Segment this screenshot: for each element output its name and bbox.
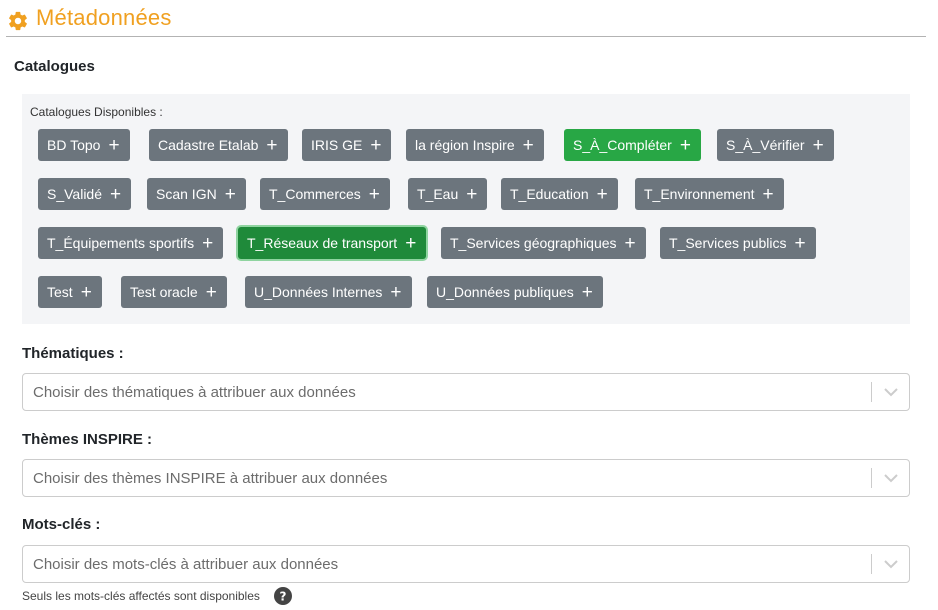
- catalogue-tag[interactable]: U_Données Internes +: [245, 276, 412, 308]
- chevron-down-icon[interactable]: [883, 557, 899, 571]
- themes-inspire-placeholder: Choisir des thèmes INSPIRE à attribuer a…: [33, 470, 388, 487]
- catalogue-tag-label: S_À_Compléter: [573, 137, 672, 153]
- catalogue-tag[interactable]: T_Environnement +: [635, 178, 784, 210]
- page-header: Métadonnées: [6, 4, 926, 37]
- catalogue-tag-label: IRIS GE: [311, 137, 363, 153]
- catalogue-tag[interactable]: S_Validé +: [38, 178, 132, 210]
- catalogue-tag-label: T_Environnement: [644, 186, 755, 202]
- catalogue-tag-label: Scan IGN: [156, 186, 217, 202]
- catalogue-tag[interactable]: S_À_Compléter +: [564, 129, 701, 161]
- select-separator: [871, 554, 872, 574]
- catalogue-tag-label: T_Services publics: [669, 235, 787, 251]
- catalogue-tag[interactable]: Scan IGN +: [147, 178, 246, 210]
- plus-icon[interactable]: +: [266, 136, 277, 155]
- catalogue-tag-label: BD Topo: [47, 137, 101, 153]
- catalogue-tag[interactable]: T_Services publics +: [660, 227, 816, 259]
- mots-cles-placeholder: Choisir des mots-clés à attribuer aux do…: [33, 556, 339, 573]
- themes-inspire-select[interactable]: Choisir des thèmes INSPIRE à attribuer a…: [22, 459, 910, 497]
- plus-icon[interactable]: +: [582, 283, 593, 302]
- catalogues-panel: Catalogues Disponibles : BD Topo + Cadastr…: [22, 94, 910, 324]
- plus-icon[interactable]: +: [763, 185, 774, 204]
- plus-icon[interactable]: +: [110, 185, 121, 204]
- plus-icon[interactable]: +: [680, 136, 691, 155]
- plus-icon[interactable]: +: [405, 234, 416, 253]
- thematiques-placeholder: Choisir des thématiques à attribuer aux …: [33, 384, 356, 401]
- catalogue-tag[interactable]: U_Données publiques +: [427, 276, 603, 308]
- catalogue-tag[interactable]: T_Commerces +: [260, 178, 390, 210]
- select-separator: [871, 468, 872, 488]
- plus-icon[interactable]: +: [81, 283, 92, 302]
- catalogue-tag[interactable]: T_Education +: [501, 178, 618, 210]
- plus-icon[interactable]: +: [813, 136, 824, 155]
- catalogue-tag-label: S_À_Vérifier: [726, 137, 805, 153]
- plus-icon[interactable]: +: [225, 185, 236, 204]
- catalogue-tag[interactable]: Test oracle +: [121, 276, 227, 308]
- catalogue-tag-label: Test: [47, 284, 73, 300]
- plus-icon[interactable]: +: [202, 234, 213, 253]
- select-separator: [871, 382, 872, 402]
- plus-icon[interactable]: +: [369, 185, 380, 204]
- thematiques-label: Thématiques :: [22, 345, 124, 362]
- mots-cles-select[interactable]: Choisir des mots-clés à attribuer aux do…: [22, 545, 910, 583]
- catalogue-tag[interactable]: T_Équipements sportifs +: [38, 227, 224, 259]
- themes-inspire-label: Thèmes INSPIRE :: [22, 431, 153, 448]
- catalogue-tag-label: T_Education: [510, 186, 589, 202]
- chevron-down-icon[interactable]: [883, 471, 899, 485]
- mots-cles-label: Mots-clés :: [22, 516, 101, 533]
- catalogue-tag[interactable]: T_Eau +: [408, 178, 488, 210]
- catalogue-tag-label: Test oracle: [130, 284, 198, 300]
- page-title: Métadonnées: [36, 5, 172, 30]
- catalogue-tag-label: T_Eau: [417, 186, 459, 202]
- catalogue-tag[interactable]: T_Services géographiques +: [441, 227, 646, 259]
- catalogue-tag-label: S_Validé: [47, 186, 103, 202]
- question-circle-icon[interactable]: ?: [274, 587, 292, 605]
- plus-icon[interactable]: +: [206, 283, 217, 302]
- plus-icon[interactable]: +: [597, 185, 608, 204]
- catalogue-tag-label: T_Réseaux de transport: [247, 235, 398, 251]
- chevron-down-icon[interactable]: [883, 385, 899, 399]
- catalogue-tag[interactable]: Cadastre Etalab +: [149, 129, 288, 161]
- catalogue-tag[interactable]: IRIS GE +: [302, 129, 392, 161]
- plus-icon[interactable]: +: [370, 136, 381, 155]
- available-catalogues-label: Catalogues Disponibles :: [30, 105, 163, 119]
- plus-icon[interactable]: +: [523, 136, 534, 155]
- catalogue-tag-label: Cadastre Etalab: [158, 137, 259, 153]
- catalogue-tag[interactable]: S_À_Vérifier +: [717, 129, 834, 161]
- plus-icon[interactable]: +: [795, 234, 806, 253]
- catalogues-section-title: Catalogues: [14, 58, 95, 75]
- mots-cles-help-text: Seuls les mots-clés affectés sont dispon…: [22, 589, 260, 603]
- catalogue-tag[interactable]: Test +: [38, 276, 102, 308]
- plus-icon[interactable]: +: [625, 234, 636, 253]
- catalogue-tag-label: T_Commerces: [269, 186, 361, 202]
- gear-icon: [9, 11, 27, 31]
- catalogue-tag-label: U_Données Internes: [254, 284, 383, 300]
- catalogue-tag-label: T_Équipements sportifs: [47, 235, 195, 251]
- catalogue-tag[interactable]: T_Réseaux de transport +: [238, 227, 427, 259]
- catalogue-tag-label: T_Services géographiques: [450, 235, 617, 251]
- catalogue-tag-label: U_Données publiques: [436, 284, 574, 300]
- catalogue-tag[interactable]: BD Topo +: [38, 129, 130, 161]
- svg-text:?: ?: [280, 590, 287, 604]
- plus-icon[interactable]: +: [390, 283, 401, 302]
- plus-icon[interactable]: +: [466, 185, 477, 204]
- thematiques-select[interactable]: Choisir des thématiques à attribuer aux …: [22, 373, 910, 411]
- plus-icon[interactable]: +: [108, 136, 119, 155]
- catalogue-tag-label: la région Inspire: [415, 137, 515, 153]
- catalogue-tag[interactable]: la région Inspire +: [406, 129, 544, 161]
